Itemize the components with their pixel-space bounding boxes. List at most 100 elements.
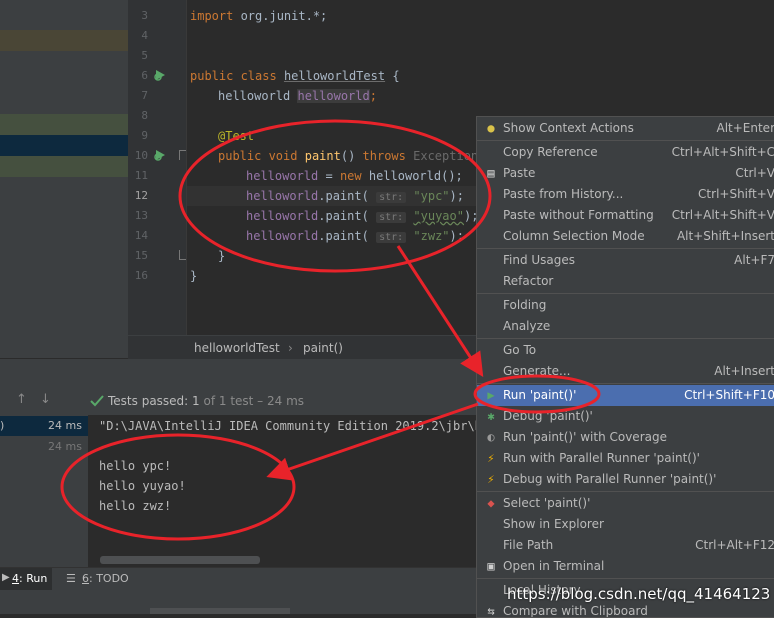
menu-separator <box>477 383 774 384</box>
menu-item-file-path[interactable]: File Path Ctrl+Alt+F12 <box>477 535 774 556</box>
menu-item-folding[interactable]: Folding <box>477 295 774 316</box>
test-tree-row-selected[interactable]: ) 24 ms <box>0 416 88 436</box>
breadcrumb: helloworldTest › paint() <box>128 335 476 360</box>
breadcrumb-class[interactable]: helloworldTest <box>194 341 280 355</box>
menu-item-debug-paint[interactable]: ✱ Debug 'paint()' <box>477 406 774 427</box>
bulb-icon: ● <box>487 121 495 135</box>
line-number: 10 <box>134 149 148 162</box>
menu-separator <box>477 248 774 249</box>
tab-todo[interactable]: ☰ 6: TODO <box>60 568 140 591</box>
tree-bracket: ) <box>0 419 5 432</box>
parameter-hint: str: <box>376 212 407 223</box>
tab-todo-number: 6 <box>82 572 89 585</box>
code-type: helloworld <box>218 89 291 103</box>
line-number: 5 <box>141 49 148 62</box>
menu-item-compare-with-clipboard[interactable]: ⇆ Compare with Clipboard <box>477 601 774 618</box>
menu-item-analyze[interactable]: Analyze <box>477 316 774 337</box>
parallel-run-icon: ⚡ <box>487 451 495 465</box>
status-scrollbar[interactable] <box>150 608 290 614</box>
console-line: hello zwz! <box>99 499 172 513</box>
menu-item-refactor[interactable]: Refactor <box>477 271 774 292</box>
code-text: .paint( <box>318 189 369 203</box>
line-number: 12 <box>134 189 148 202</box>
menu-label: Run 'paint()' with Coverage <box>503 430 667 444</box>
code-text: } <box>190 269 198 283</box>
code-text: org.junit.*; <box>233 9 328 23</box>
code-text: helloworld(); <box>361 169 463 183</box>
select-icon: ◆ <box>487 496 495 510</box>
menu-label: Run with Parallel Runner 'paint()' <box>503 451 700 465</box>
test-time: 24 ms <box>48 440 82 453</box>
console-output[interactable]: "D:\JAVA\IntelliJ IDEA Community Edition… <box>88 415 489 567</box>
console-line: hello ypc! <box>99 459 172 473</box>
menu-item-open-in-terminal[interactable]: ▣ Open in Terminal <box>477 556 774 577</box>
menu-item-select-paint[interactable]: ◆ Select 'paint()' <box>477 493 774 514</box>
test-tree-row[interactable]: 24 ms <box>0 437 88 457</box>
project-row-green[interactable] <box>0 114 128 135</box>
menu-item-paste-without-formatting[interactable]: Paste without Formatting Ctrl+Alt+Shift+V <box>477 205 774 226</box>
arrow-down-icon[interactable]: ↓ <box>40 392 51 407</box>
test-status-prefix: Tests passed: <box>108 394 193 408</box>
run-test-gutter-icon[interactable] <box>153 68 167 82</box>
menu-label: Generate... <box>503 364 571 378</box>
console-command: "D:\JAVA\IntelliJ IDEA Community Edition… <box>99 419 490 433</box>
run-test-gutter-icon[interactable] <box>153 148 167 162</box>
menu-shortcut: Alt+Insert <box>714 364 774 378</box>
menu-label: Paste from History... <box>503 187 624 201</box>
class-name: helloworldTest <box>283 69 386 83</box>
line-number: 8 <box>141 109 148 122</box>
code-field: helloworld <box>246 209 319 223</box>
menu-item-find-usages[interactable]: Find Usages Alt+F7 <box>477 250 774 271</box>
code-text: ; <box>369 89 377 103</box>
project-row-highlight[interactable] <box>0 30 128 51</box>
line-number: 6 <box>141 69 148 82</box>
menu-label: Analyze <box>503 319 551 333</box>
menu-item-column-selection-mode[interactable]: Column Selection Mode Alt+Shift+Insert <box>477 226 774 247</box>
menu-item-go-to[interactable]: Go To <box>477 340 774 361</box>
line-number: 15 <box>134 249 148 262</box>
breadcrumb-method[interactable]: paint() <box>303 341 343 355</box>
menu-shortcut: Alt+F7 <box>734 253 774 267</box>
terminal-icon: ▣ <box>487 559 495 573</box>
context-menu: ● Show Context Actions Alt+Enter Copy Refe… <box>476 116 774 618</box>
menu-label: Column Selection Mode <box>503 229 645 243</box>
menu-item-paste[interactable]: ▤ Paste Ctrl+V <box>477 163 774 184</box>
menu-item-show-in-explorer[interactable]: Show in Explorer <box>477 514 774 535</box>
menu-item-show-context-actions[interactable]: ● Show Context Actions Alt+Enter <box>477 118 774 139</box>
code-field: helloworld <box>246 189 319 203</box>
code-text: } <box>218 249 226 263</box>
menu-item-paste-from-history[interactable]: Paste from History... Ctrl+Shift+V <box>477 184 774 205</box>
indent-guide <box>186 0 187 335</box>
code-keyword: import <box>190 9 234 23</box>
project-row-selected[interactable] <box>0 135 128 156</box>
menu-separator <box>477 491 774 492</box>
menu-item-debug-parallel[interactable]: ⚡ Debug with Parallel Runner 'paint()' <box>477 469 774 490</box>
test-status-suffix: of 1 test – 24 ms <box>199 394 305 408</box>
menu-label: Copy Reference <box>503 145 598 159</box>
arrow-up-icon[interactable]: ↑ <box>16 392 27 407</box>
horizontal-scrollbar[interactable] <box>100 556 260 564</box>
menu-item-run-parallel[interactable]: ⚡ Run with Parallel Runner 'paint()' <box>477 448 774 469</box>
menu-label: Open in Terminal <box>503 559 605 573</box>
tab-run-number: 4 <box>12 572 19 585</box>
menu-label: Show Context Actions <box>503 121 634 135</box>
menu-label: File Path <box>503 538 554 552</box>
menu-item-copy-reference[interactable]: Copy Reference Ctrl+Alt+Shift+C <box>477 142 774 163</box>
tab-run[interactable]: ▶ 4: Run <box>0 568 52 591</box>
console-line: hello yuyao! <box>99 479 186 493</box>
code-keyword: new <box>339 169 362 183</box>
test-status-count: 1 <box>192 394 200 408</box>
menu-item-run-with-coverage[interactable]: ◐ Run 'paint()' with Coverage <box>477 427 774 448</box>
coverage-icon: ◐ <box>487 430 495 444</box>
menu-label: Compare with Clipboard <box>503 604 648 618</box>
check-icon <box>90 395 104 407</box>
menu-label: Find Usages <box>503 253 576 267</box>
menu-item-generate[interactable]: Generate... Alt+Insert <box>477 361 774 382</box>
menu-label: Paste <box>503 166 536 180</box>
menu-shortcut: Ctrl+Shift+F10 <box>684 388 774 402</box>
menu-item-run-paint[interactable]: ▶ Run 'paint()' Ctrl+Shift+F10 <box>477 385 774 406</box>
project-row-green-2[interactable] <box>0 156 128 177</box>
code-editor[interactable] <box>186 0 476 335</box>
menu-separator <box>477 293 774 294</box>
menu-label: Refactor <box>503 274 554 288</box>
